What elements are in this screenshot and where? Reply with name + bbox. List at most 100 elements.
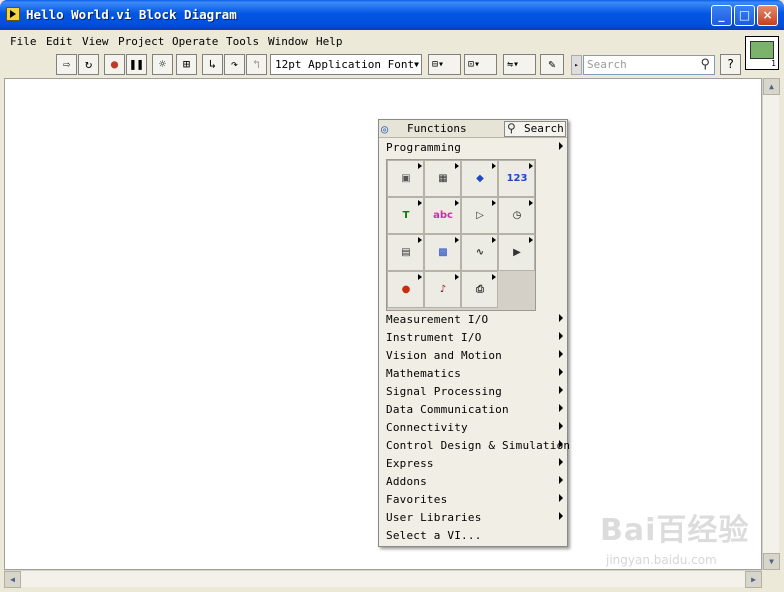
watermark-url: jingyan.baidu.com — [606, 553, 717, 567]
submenu-arrow-icon — [418, 237, 422, 243]
scroll-right-icon[interactable]: ▶ — [745, 571, 762, 588]
array-icon: ▦ — [438, 173, 448, 184]
palette-search-button[interactable]: ⚲ Search — [504, 121, 566, 137]
abort-icon[interactable]: ● — [104, 54, 125, 75]
highlight-execution-icon[interactable]: ☼ — [152, 54, 173, 75]
minimize-button[interactable]: _ — [711, 5, 732, 26]
step-into-icon[interactable]: ↳ — [202, 54, 223, 75]
palette-tile[interactable]: ▦ — [424, 160, 461, 197]
submenu-arrow-icon — [455, 200, 459, 206]
palette-category[interactable]: Favorites — [386, 493, 447, 506]
submenu-arrow-icon — [418, 163, 422, 169]
distribute-objects-dropdown[interactable]: ⊡▾ — [464, 54, 497, 75]
font-select[interactable]: 12pt Application Font ▼ — [270, 54, 422, 75]
clean-up-diagram-icon[interactable]: ✎ — [540, 54, 564, 75]
report-generation-icon: ⎙ — [476, 284, 484, 295]
programming-icon-grid: ▣ ▦ ◆ 123 Tabc ▷ ◷ ▤ ▩ ∿ ▶ ● ♪ ⎙ — [386, 159, 536, 311]
submenu-arrow-icon — [529, 200, 533, 206]
palette-category[interactable]: Select a VI... — [386, 529, 482, 542]
palette-header[interactable]: ◎ Functions ⚲ Search — [379, 120, 567, 138]
scroll-left-icon[interactable]: ◀ — [4, 571, 21, 588]
functions-palette[interactable]: ◎ Functions ⚲ Search Programming ▣ ▦ ◆ 123 T… — [378, 119, 570, 547]
menu-edit[interactable]: Edit — [46, 35, 73, 48]
close-button[interactable]: × — [757, 5, 778, 26]
palette-category[interactable]: Signal Processing — [386, 385, 502, 398]
comparison-icon: ▷ — [476, 210, 484, 221]
toolbar: ⇨ ↻ ● ❚❚ ☼ ⊞ ↳ ↷ ↰ 12pt Application Font… — [0, 52, 744, 78]
palette-tile[interactable]: ∿ — [461, 234, 498, 271]
graphics-sound-icon: ♪ — [439, 284, 447, 295]
vi-connector-icon[interactable]: 1 — [745, 36, 779, 70]
palette-tile[interactable]: 123 — [498, 160, 535, 197]
search-expand-icon[interactable]: ▸ — [571, 55, 582, 75]
palette-category[interactable]: Express — [386, 457, 434, 470]
scroll-down-icon[interactable]: ▼ — [763, 553, 780, 570]
submenu-arrow-icon — [559, 350, 563, 358]
reorder-dropdown[interactable]: ⇋▾ — [503, 54, 536, 75]
palette-category[interactable]: Mathematics — [386, 367, 461, 380]
submenu-arrow-icon — [559, 512, 563, 520]
run-arrow-icon[interactable]: ⇨ — [56, 54, 77, 75]
structures-icon: ▣ — [401, 173, 411, 184]
menu-help[interactable]: Help — [316, 35, 343, 48]
chevron-down-icon: ▼ — [414, 60, 419, 69]
palette-tile[interactable]: ▶ — [498, 234, 535, 271]
palette-tile[interactable]: ● — [387, 271, 424, 308]
submenu-arrow-icon — [492, 237, 496, 243]
palette-category[interactable]: Data Communication — [386, 403, 509, 416]
submenu-arrow-icon — [559, 494, 563, 502]
palette-tile[interactable]: ♪ — [424, 271, 461, 308]
category-programming[interactable]: Programming — [386, 141, 461, 154]
palette-category[interactable]: Vision and Motion — [386, 349, 502, 362]
menu-tools[interactable]: Tools — [226, 35, 259, 48]
palette-category[interactable]: User Libraries — [386, 511, 482, 524]
palette-tile[interactable]: ▷ — [461, 197, 498, 234]
palette-tile[interactable]: ▣ — [387, 160, 424, 197]
step-out-icon[interactable]: ↰ — [246, 54, 267, 75]
palette-category[interactable]: Connectivity — [386, 421, 468, 434]
palette-category[interactable]: Measurement I/O — [386, 313, 488, 326]
dialog-icon: ▤ — [401, 247, 411, 258]
title-bar[interactable]: Hello World.vi Block Diagram _ □ × — [0, 0, 784, 30]
pause-icon[interactable]: ❚❚ — [126, 54, 147, 75]
menu-window[interactable]: Window — [268, 35, 308, 48]
menu-file[interactable]: File — [10, 35, 37, 48]
palette-tile[interactable]: ▩ — [424, 234, 461, 271]
search-input[interactable]: Search ⚲ — [583, 55, 715, 75]
palette-tile[interactable]: ◆ — [461, 160, 498, 197]
vertical-scrollbar[interactable]: ▲ ▼ — [762, 78, 780, 570]
align-objects-dropdown[interactable]: ⊟▾ — [428, 54, 461, 75]
scroll-corner — [762, 570, 779, 587]
window-title: Hello World.vi Block Diagram — [26, 7, 237, 22]
app-control-icon: ▶ — [513, 247, 521, 258]
palette-category[interactable]: Control Design & Simulation — [386, 439, 570, 452]
submenu-arrow-icon — [559, 142, 563, 150]
submenu-arrow-icon — [559, 458, 563, 466]
submenu-arrow-icon — [559, 476, 563, 484]
search-icon[interactable]: ⚲ — [700, 56, 710, 74]
search-icon: ⚲ — [507, 121, 516, 135]
menu-project[interactable]: Project — [118, 35, 164, 48]
palette-tile[interactable]: T — [387, 197, 424, 234]
scroll-up-icon[interactable]: ▲ — [763, 78, 780, 95]
palette-category[interactable]: Addons — [386, 475, 427, 488]
run-continuously-icon[interactable]: ↻ — [78, 54, 99, 75]
palette-category[interactable]: Instrument I/O — [386, 331, 482, 344]
horizontal-scrollbar[interactable]: ◀ ▶ — [4, 570, 762, 588]
palette-tile[interactable]: abc — [424, 197, 461, 234]
step-over-icon[interactable]: ↷ — [224, 54, 245, 75]
submenu-arrow-icon — [492, 200, 496, 206]
submenu-arrow-icon — [418, 200, 422, 206]
palette-tile[interactable]: ▤ — [387, 234, 424, 271]
menu-operate[interactable]: Operate — [172, 35, 218, 48]
retain-wire-values-icon[interactable]: ⊞ — [176, 54, 197, 75]
submenu-arrow-icon — [559, 332, 563, 340]
menu-view[interactable]: View — [82, 35, 109, 48]
palette-tile[interactable]: ◷ — [498, 197, 535, 234]
palette-tile[interactable]: ⎙ — [461, 271, 498, 308]
maximize-button[interactable]: □ — [734, 5, 755, 26]
context-help-button[interactable]: ? — [720, 54, 741, 75]
submenu-arrow-icon — [559, 422, 563, 430]
submenu-arrow-icon — [455, 163, 459, 169]
pin-icon[interactable]: ◎ — [381, 122, 396, 136]
